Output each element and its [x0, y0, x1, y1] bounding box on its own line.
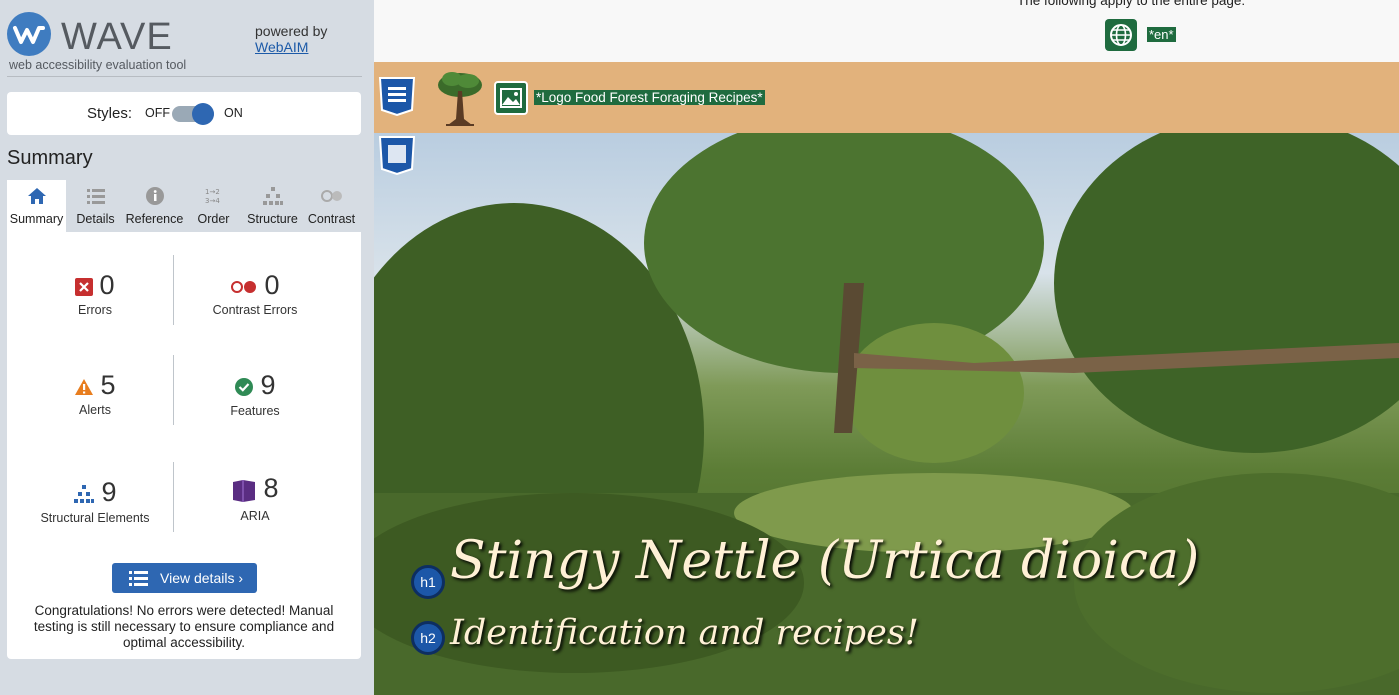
tab-summary[interactable]: Summary: [7, 180, 66, 232]
styles-toggle-knob[interactable]: [192, 103, 214, 125]
tab-contrast-label: Contrast: [307, 212, 356, 226]
site-header: *Logo Food Forest Foraging Recipes*: [374, 62, 1399, 133]
page-preview: The following apply to the entire page: …: [374, 0, 1399, 695]
error-icon: [75, 278, 94, 301]
aria-label: ARIA: [240, 509, 270, 524]
structural-label: Structural Elements: [40, 511, 150, 526]
tab-order[interactable]: 1→2 3→4 Order: [184, 180, 243, 232]
errors-label: Errors: [77, 303, 113, 318]
stat-features[interactable]: 9 Features: [180, 370, 330, 418]
features-label: Features: [230, 404, 280, 419]
svg-text:3→4: 3→4: [205, 197, 220, 205]
language-tag: *en*: [1147, 27, 1176, 42]
stat-divider: [173, 255, 174, 325]
structure-elements-icon: [73, 484, 95, 509]
tab-structure[interactable]: Structure: [243, 180, 302, 232]
hero-image: h1 Stingy Nettle (Urtica dioica) h2 Iden…: [374, 133, 1399, 695]
alerts-label: Alerts: [79, 403, 111, 418]
contrast-errors-count: 0: [264, 270, 280, 300]
logo-alt-text: *Logo Food Forest Foraging Recipes*: [534, 90, 765, 105]
preview-topbar: The following apply to the entire page: …: [374, 0, 1399, 62]
wave-logo-icon[interactable]: [7, 12, 51, 56]
h2-badge-icon[interactable]: h2: [411, 621, 445, 655]
aria-landmark-icon[interactable]: [377, 76, 417, 117]
tab-structure-label: Structure: [247, 212, 298, 226]
aria-count: 8: [263, 473, 279, 503]
page-level-notice: The following apply to the entire page:: [1017, 0, 1246, 8]
wave-sidebar: WAVE web accessibility evaluation tool p…: [0, 0, 374, 695]
tab-reference[interactable]: Reference: [125, 180, 184, 232]
contrast-errors-label: Contrast Errors: [212, 303, 298, 317]
structure-icon: [243, 186, 302, 208]
feature-check-icon: [234, 377, 254, 402]
errors-count: 0: [99, 270, 115, 300]
tab-bar: Summary Details Reference 1→23→4 Order: [7, 180, 361, 232]
styles-on-label: ON: [224, 106, 243, 120]
tab-details[interactable]: Details: [66, 180, 125, 232]
home-icon: [7, 186, 66, 208]
structural-count: 9: [101, 477, 117, 507]
stat-errors[interactable]: 0 Errors: [20, 270, 170, 317]
tab-contrast[interactable]: Contrast: [302, 180, 361, 232]
summary-panel: Summary Details Reference 1→23→4 Order: [7, 180, 361, 659]
image-alt-icon[interactable]: [494, 81, 528, 115]
alert-icon: [74, 378, 94, 401]
info-icon: [125, 186, 184, 208]
stat-divider: [173, 355, 174, 425]
page-heading-h1: Stingy Nettle (Urtica dioica): [450, 531, 1200, 591]
congrats-message: Congratulations! No errors were detected…: [33, 603, 335, 650]
list-icon: [66, 186, 125, 208]
styles-toggle-box: Styles: OFF ON: [7, 92, 361, 135]
stat-divider: [173, 462, 174, 532]
powered-by: powered by WebAIM: [255, 23, 327, 55]
order-icon: 1→2 3→4: [184, 186, 243, 208]
h1-badge-icon[interactable]: h1: [411, 565, 445, 599]
summary-heading: Summary: [7, 147, 93, 169]
stat-contrast-errors[interactable]: 0 Contrast Errors: [180, 270, 330, 317]
wave-logo-subtitle: web accessibility evaluation tool: [9, 58, 187, 72]
language-icon[interactable]: [1105, 19, 1137, 51]
tab-details-label: Details: [76, 212, 115, 226]
features-count: 9: [260, 370, 276, 400]
tree-logo-image: [434, 67, 486, 127]
webaim-link[interactable]: WebAIM: [255, 39, 308, 55]
styles-label: Styles:: [87, 105, 133, 122]
alerts-count: 5: [100, 370, 116, 400]
stat-alerts[interactable]: 5 Alerts: [20, 370, 170, 417]
list-icon: [129, 570, 149, 589]
svg-text:1→2: 1→2: [205, 188, 220, 196]
garden-photo: [374, 133, 1399, 695]
view-details-button[interactable]: View details ›: [112, 563, 257, 593]
wave-logo-row: WAVE web accessibility evaluation tool p…: [7, 8, 362, 77]
page-heading-h2: Identification and recipes!: [450, 613, 919, 653]
tab-reference-label: Reference: [125, 212, 184, 226]
view-details-label: View details ›: [160, 570, 244, 586]
aria-icon: [231, 478, 257, 507]
tab-order-label: Order: [197, 212, 230, 226]
wave-logo-text: WAVE: [61, 16, 173, 58]
stat-structural-elements[interactable]: 9 Structural Elements: [20, 477, 170, 525]
contrast-error-icon: [230, 280, 258, 299]
styles-off-label: OFF: [145, 106, 170, 120]
aria-region-icon[interactable]: [377, 135, 417, 176]
contrast-icon: [302, 186, 361, 208]
stat-aria[interactable]: 8 ARIA: [180, 473, 330, 523]
tab-summary-label: Summary: [9, 212, 64, 226]
powered-by-text: powered by: [255, 23, 328, 39]
